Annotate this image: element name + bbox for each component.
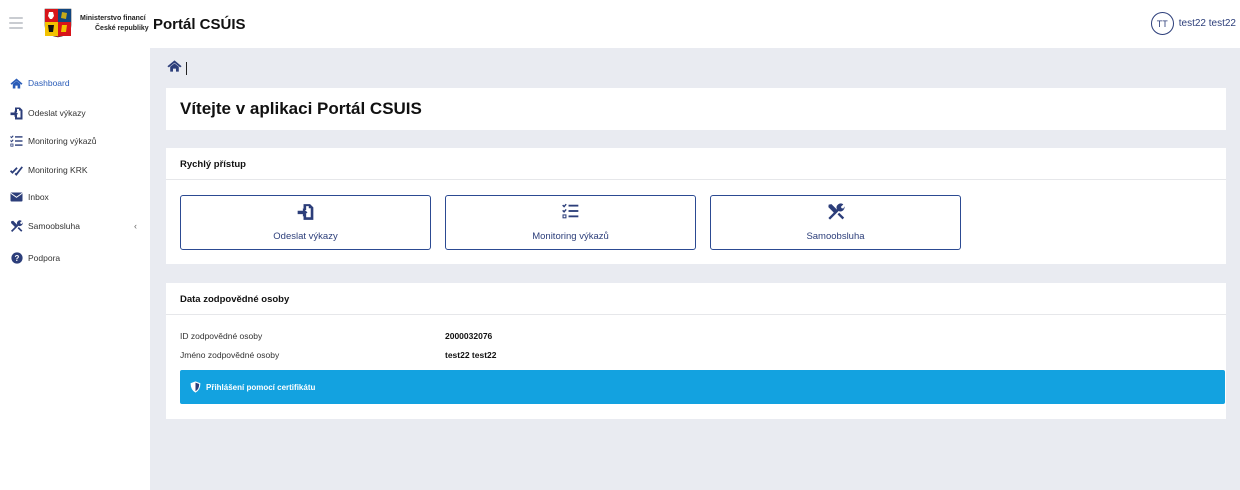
sidebar-item-label: Podpora xyxy=(28,253,61,263)
sidebar-item-podpora[interactable]: ? Podpora xyxy=(0,247,150,269)
file-import-icon xyxy=(181,203,430,221)
chevron-left-icon[interactable]: ‹ xyxy=(134,221,137,231)
sidebar-item-dashboard[interactable]: Dashboard xyxy=(0,72,150,94)
card-header: Rychlý přístup xyxy=(166,148,1226,180)
home-icon xyxy=(10,77,23,90)
responsible-person-card: Data zodpovědné osoby ID zodpovědné osob… xyxy=(166,283,1226,419)
tools-icon xyxy=(10,219,23,233)
tools-icon xyxy=(711,203,960,221)
name-row: Jméno zodpovědné osoby test22 test22 xyxy=(180,350,497,360)
quick-access-card: Rychlý přístup Odeslat výkazy Monitoring… xyxy=(166,148,1226,264)
welcome-card: Vítejte v aplikaci Portál CSUIS xyxy=(166,88,1226,130)
sidebar-item-monitoring-krk[interactable]: Monitoring KRK xyxy=(0,159,150,181)
double-check-icon xyxy=(10,164,23,177)
ministry-line-2: České republiky xyxy=(95,25,149,32)
sidebar-item-odeslat-vykazy[interactable]: Odeslat výkazy xyxy=(0,102,150,124)
breadcrumb-separator xyxy=(186,61,187,75)
question-circle-icon: ? xyxy=(10,252,23,265)
sidebar-item-samoobsluha[interactable]: Samoobsluha ‹ xyxy=(0,215,150,237)
envelope-icon xyxy=(10,191,23,204)
shield-icon xyxy=(190,381,201,393)
ministry-name: Ministerstvo financí České republiky xyxy=(80,14,149,34)
sidebar: Dashboard Odeslat výkazy Monitoring výka… xyxy=(0,48,150,490)
sidebar-item-monitoring-vykazu[interactable]: Monitoring výkazů xyxy=(0,130,150,152)
user-name[interactable]: test22 test22 xyxy=(1179,18,1236,29)
tile-label: Monitoring výkazů xyxy=(532,231,609,242)
id-label: ID zodpovědné osoby xyxy=(180,331,263,341)
tile-samoobsluha[interactable]: Samoobsluha xyxy=(710,195,961,250)
list-check-icon xyxy=(446,203,695,221)
responsible-person-title: Data zodpovědné osoby xyxy=(180,294,290,305)
certificate-login-bar[interactable]: Přihlášení pomocí certifikátu xyxy=(180,370,1225,404)
name-value: test22 test22 xyxy=(445,350,497,360)
tile-monitoring-vykazu[interactable]: Monitoring výkazů xyxy=(445,195,696,250)
tile-label: Odeslat výkazy xyxy=(273,231,338,242)
main-content: Vítejte v aplikaci Portál CSUIS Rychlý p… xyxy=(150,48,1240,490)
sidebar-item-label: Odeslat výkazy xyxy=(28,108,86,118)
home-icon[interactable] xyxy=(167,59,182,77)
name-label: Jméno zodpovědné osoby xyxy=(180,350,280,360)
breadcrumb xyxy=(167,59,187,77)
quick-access-title: Rychlý přístup xyxy=(180,159,246,170)
sidebar-item-label: Monitoring KRK xyxy=(28,165,88,175)
file-import-icon xyxy=(10,107,23,120)
tile-label: Samoobsluha xyxy=(806,231,865,242)
certificate-login-label: Přihlášení pomocí certifikátu xyxy=(206,382,316,392)
menu-toggle-icon[interactable] xyxy=(9,17,23,29)
top-bar: Ministerstvo financí České republiky Por… xyxy=(0,0,1240,48)
sidebar-item-inbox[interactable]: Inbox xyxy=(0,186,150,208)
ministry-line-1: Ministerstvo financí xyxy=(80,15,146,22)
tile-odeslat-vykazy[interactable]: Odeslat výkazy xyxy=(180,195,431,250)
welcome-title: Vítejte v aplikaci Portál CSUIS xyxy=(180,99,422,118)
sidebar-item-label: Inbox xyxy=(28,192,49,202)
id-value: 2000032076 xyxy=(445,331,493,341)
user-menu[interactable]: TT test22 test22 xyxy=(1150,12,1236,35)
svg-text:?: ? xyxy=(14,254,19,263)
app-title: Portál CSÚIS xyxy=(153,16,246,33)
sidebar-item-label: Dashboard xyxy=(28,78,70,88)
state-emblem-logo xyxy=(44,8,72,38)
list-check-icon xyxy=(10,135,23,148)
sidebar-item-label: Monitoring výkazů xyxy=(28,136,97,146)
id-row: ID zodpovědné osoby 2000032076 xyxy=(180,331,492,341)
user-avatar[interactable]: TT xyxy=(1150,12,1174,35)
card-header: Data zodpovědné osoby xyxy=(166,283,1226,315)
sidebar-item-label: Samoobsluha xyxy=(28,221,80,231)
